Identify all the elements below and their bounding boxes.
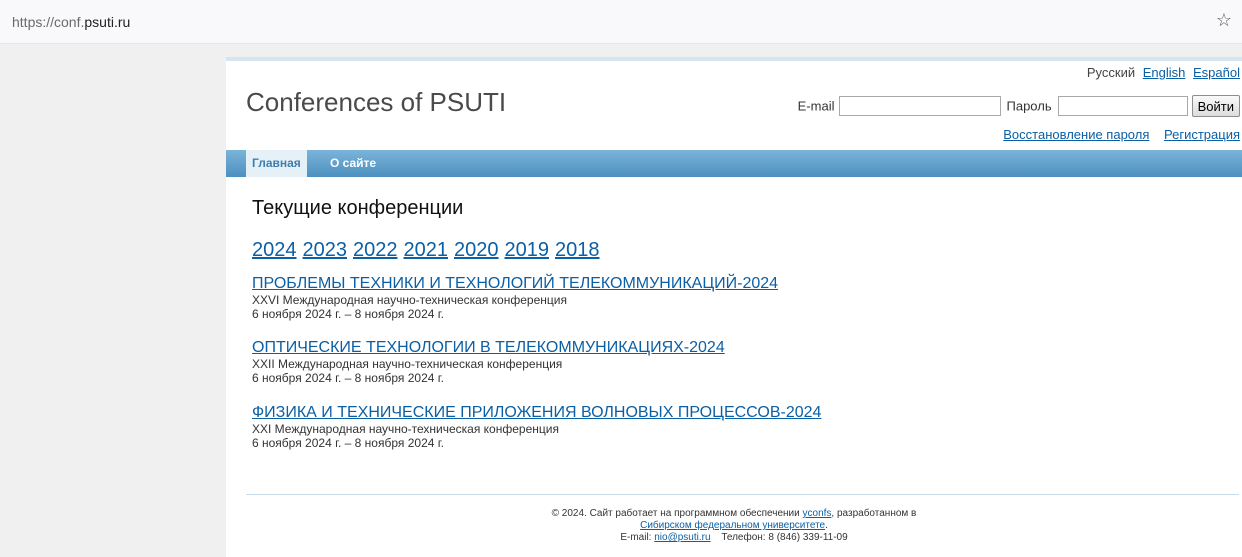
footer-copyright: © 2024. Сайт работает на программном обе… bbox=[551, 508, 800, 519]
tab-main[interactable]: Главная bbox=[246, 150, 307, 177]
footer-phone: Телефон: 8 (846) 339-11-09 bbox=[721, 532, 848, 543]
login-button[interactable]: Войти bbox=[1191, 95, 1240, 117]
footer-divider bbox=[246, 494, 1239, 495]
footer: © 2024. Сайт работает на программном обе… bbox=[226, 508, 1242, 544]
url-domain: psuti.ru bbox=[84, 14, 131, 30]
email-label: E-mail bbox=[797, 98, 835, 114]
conference-item: ОПТИЧЕСКИЕ ТЕХНОЛОГИИ В ТЕЛЕКОММУНИКАЦИЯ… bbox=[252, 339, 725, 385]
url-prefix: https://conf. bbox=[12, 14, 85, 30]
conference-subtitle: XXII Международная научно-техническая ко… bbox=[252, 357, 563, 371]
year-link-2023[interactable]: 2023 bbox=[303, 239, 348, 261]
password-field[interactable] bbox=[1057, 96, 1188, 116]
language-russian: Русский bbox=[1086, 65, 1136, 80]
bookmark-star-icon[interactable]: ☆ bbox=[1216, 10, 1232, 31]
year-link-2021[interactable]: 2021 bbox=[404, 239, 449, 261]
restore-password-link[interactable]: Восстановление пароля bbox=[1003, 127, 1149, 142]
top-accent-line bbox=[226, 57, 1242, 61]
year-link-2018[interactable]: 2018 bbox=[555, 239, 600, 261]
browser-address-bar[interactable]: https://conf.psuti.ru ☆ bbox=[0, 0, 1242, 44]
login-form: E-mail Пароль Войти bbox=[798, 95, 1240, 117]
sfu-link[interactable]: Сибирском федеральном университете bbox=[640, 520, 825, 531]
year-link-2024[interactable]: 2024 bbox=[252, 239, 297, 261]
tab-about[interactable]: О сайте bbox=[330, 150, 376, 177]
year-link-2019[interactable]: 2019 bbox=[505, 239, 550, 261]
url-text[interactable]: https://conf.psuti.ru bbox=[12, 14, 130, 30]
conference-item: ПРОБЛЕМЫ ТЕХНИКИ И ТЕХНОЛОГИЙ ТЕЛЕКОММУН… bbox=[252, 275, 778, 321]
conference-subtitle: XXVI Международная научно-техническая ко… bbox=[252, 293, 567, 307]
footer-email-label: E-mail: bbox=[620, 532, 652, 543]
year-filter: 2024 2023 2022 2021 2020 2019 2018 bbox=[252, 239, 606, 262]
conference-dates: 6 ноября 2024 г. – 8 ноября 2024 г. bbox=[252, 371, 444, 385]
email-field[interactable] bbox=[838, 96, 1001, 116]
conference-dates: 6 ноября 2024 г. – 8 ноября 2024 г. bbox=[252, 307, 444, 321]
conference-subtitle: XXI Международная научно-техническая кон… bbox=[252, 422, 559, 436]
register-link[interactable]: Регистрация bbox=[1164, 127, 1240, 142]
footer-period: . bbox=[825, 520, 828, 531]
footer-email-link[interactable]: nio@psuti.ru bbox=[654, 532, 710, 543]
password-label: Пароль bbox=[1006, 98, 1052, 114]
conference-dates: 6 ноября 2024 г. – 8 ноября 2024 г. bbox=[252, 436, 444, 450]
year-link-2020[interactable]: 2020 bbox=[454, 239, 499, 261]
conference-title-link[interactable]: ФИЗИКА И ТЕХНИЧЕСКИЕ ПРИЛОЖЕНИЯ ВОЛНОВЫХ… bbox=[252, 404, 821, 422]
main-navigation: Главная О сайте bbox=[226, 150, 1242, 177]
language-english-link[interactable]: English bbox=[1143, 65, 1186, 80]
year-link-2022[interactable]: 2022 bbox=[353, 239, 398, 261]
yconfs-link[interactable]: yconfs bbox=[803, 508, 832, 519]
auth-links: Восстановление пароля Регистрация bbox=[992, 127, 1240, 142]
conference-title-link[interactable]: ОПТИЧЕСКИЕ ТЕХНОЛОГИИ В ТЕЛЕКОММУНИКАЦИЯ… bbox=[252, 339, 725, 357]
site-title: Conferences of PSUTI bbox=[246, 87, 507, 117]
conference-item: ФИЗИКА И ТЕХНИЧЕСКИЕ ПРИЛОЖЕНИЯ ВОЛНОВЫХ… bbox=[252, 404, 821, 450]
language-spanish-link[interactable]: Español bbox=[1193, 65, 1240, 80]
conference-title-link[interactable]: ПРОБЛЕМЫ ТЕХНИКИ И ТЕХНОЛОГИЙ ТЕЛЕКОММУН… bbox=[252, 275, 778, 293]
page-container: Русский English Español Conferences of P… bbox=[226, 57, 1242, 557]
language-switcher: Русский English Español bbox=[1083, 65, 1240, 80]
footer-text-tail: , разработанном в bbox=[831, 508, 917, 519]
page-heading: Текущие конференции bbox=[252, 197, 464, 219]
